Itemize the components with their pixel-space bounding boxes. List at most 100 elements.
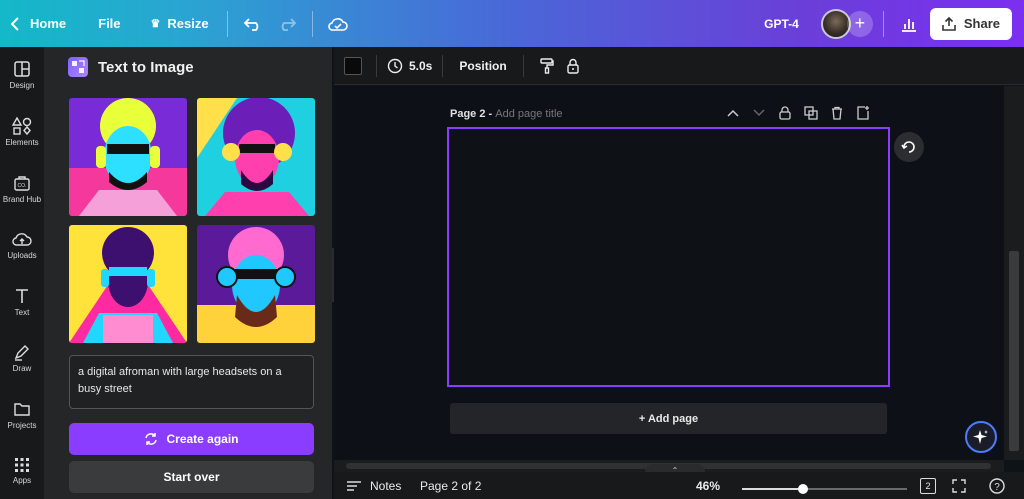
rail-label: Text [14, 308, 30, 317]
page-title-input[interactable]: Add page title [495, 108, 562, 120]
rail-label: Brand Hub [2, 195, 42, 204]
rail-item-design[interactable]: Design [0, 60, 44, 90]
top-bar: Home File ♛ Resize GPT-4 + Share [0, 0, 1024, 47]
cloud-save-button[interactable] [321, 7, 355, 41]
generated-image-4[interactable] [197, 225, 315, 343]
rail-item-uploads[interactable]: Uploads [0, 230, 44, 260]
generated-image-2[interactable] [197, 98, 315, 216]
notes-button[interactable]: Notes [346, 479, 401, 493]
duration-button[interactable]: 5.0s [387, 58, 432, 74]
editor-toolbar: 5.0s Position [334, 47, 1024, 85]
insights-button[interactable] [892, 7, 926, 41]
rail-item-apps[interactable]: Apps [0, 457, 44, 485]
chevron-up-icon[interactable] [726, 108, 740, 118]
start-over-button[interactable]: Start over [69, 461, 314, 493]
zoom-slider-fill [742, 488, 804, 490]
shapes-icon [12, 117, 32, 135]
resize-label: Resize [167, 16, 209, 31]
position-button[interactable]: Position [453, 59, 512, 73]
paint-roller-icon [540, 57, 554, 74]
undo-icon [243, 17, 258, 31]
regenerate-button[interactable] [894, 132, 924, 162]
divider [442, 54, 444, 77]
vertical-scrollbar[interactable] [1004, 86, 1024, 460]
cloud-check-icon [327, 17, 348, 31]
home-label: Home [30, 16, 67, 31]
cloud-upload-icon [12, 233, 32, 246]
fullscreen-icon[interactable] [952, 478, 966, 493]
home-button[interactable]: Home [0, 0, 80, 47]
rail-item-brand-hub[interactable]: CO. Brand Hub [0, 174, 44, 204]
redo-icon [281, 17, 296, 31]
notes-icon [347, 480, 361, 491]
svg-text:?: ? [994, 482, 1000, 493]
briefcase-icon: CO. [14, 176, 30, 191]
divider [226, 10, 228, 37]
help-icon[interactable]: ? [989, 477, 1005, 494]
create-again-button[interactable]: Create again [69, 423, 314, 455]
plus-icon: + [854, 13, 866, 33]
zoom-value[interactable]: 46% [696, 479, 720, 493]
prompt-textarea[interactable]: a digital afroman with large headsets on… [69, 355, 314, 409]
divider [522, 54, 524, 77]
text-icon [16, 289, 28, 303]
rail-item-projects[interactable]: Projects [0, 400, 44, 430]
notes-label: Notes [370, 478, 402, 493]
trash-icon[interactable] [830, 106, 844, 120]
rail-label: Elements [5, 138, 39, 147]
rail-item-draw[interactable]: Draw [0, 343, 44, 373]
add-collaborator-button[interactable]: + [846, 10, 873, 37]
zoom-slider-knob[interactable] [798, 484, 809, 494]
clock-icon [387, 58, 403, 73]
app-logo-icon [68, 57, 88, 77]
page-tools [726, 106, 870, 120]
canvas-area: Page 2 - Add page title + Add page [334, 86, 1004, 460]
design-page[interactable] [447, 127, 890, 387]
page-count-button[interactable]: 2 [920, 478, 936, 494]
crown-icon: ♛ [150, 18, 161, 30]
lock-icon [567, 58, 579, 74]
rail-item-text[interactable]: Text [0, 287, 44, 317]
refresh-icon [145, 433, 158, 445]
lock-button[interactable] [560, 49, 586, 83]
panel-title: Text to Image [68, 57, 194, 77]
undo-button[interactable] [236, 7, 270, 41]
pen-icon [14, 345, 29, 361]
chevron-down-icon[interactable] [752, 108, 766, 118]
file-menu[interactable]: File [80, 0, 138, 47]
create-again-label: Create again [166, 432, 239, 446]
share-label: Share [963, 16, 1000, 31]
scrollbar-thumb[interactable] [1009, 251, 1019, 451]
upload-icon [942, 16, 956, 31]
page-number-label: Page 2 - [450, 108, 496, 120]
rail-item-elements[interactable]: Elements [0, 117, 44, 147]
project-name[interactable]: GPT-4 [764, 0, 799, 47]
layout-icon [14, 61, 30, 77]
sparkle-icon [973, 430, 988, 444]
background-color-swatch[interactable] [344, 56, 362, 75]
resize-button[interactable]: ♛ Resize [139, 0, 221, 47]
rail-label: Uploads [7, 251, 37, 260]
page-label: Page 2 - Add page title [450, 108, 563, 120]
rail-label: Projects [7, 421, 37, 430]
rail-label: Design [9, 81, 35, 90]
format-painter-button[interactable] [534, 49, 560, 83]
rail-label: Draw [12, 364, 32, 373]
share-button[interactable]: Share [929, 7, 1012, 40]
lock-icon[interactable] [778, 106, 792, 120]
magic-assistant-button[interactable] [965, 421, 997, 453]
divider [311, 10, 313, 37]
add-page-button[interactable]: + Add page [450, 403, 887, 434]
add-page-icon[interactable] [856, 106, 870, 120]
divider [376, 54, 377, 77]
zoom-slider[interactable] [742, 484, 907, 494]
redo-button[interactable] [270, 7, 304, 41]
generated-image-3[interactable] [69, 225, 187, 343]
refresh-icon [901, 141, 915, 153]
generated-image-1[interactable] [69, 98, 187, 216]
duplicate-icon[interactable] [804, 106, 818, 120]
page-indicator[interactable]: Page 2 of 2 [420, 479, 481, 493]
rail-label: Apps [12, 476, 32, 485]
left-rail: Design Elements CO. Brand Hub Uploads Te… [0, 47, 44, 499]
panel-title-text: Text to Image [98, 58, 194, 76]
